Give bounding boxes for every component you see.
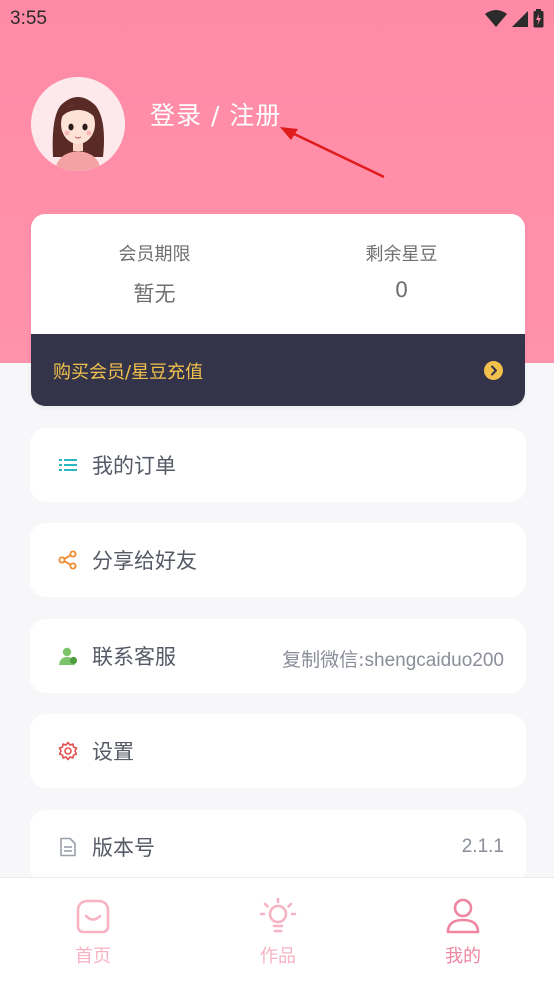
tab-home-label: 首页: [75, 946, 111, 967]
orders-label: 我的订单: [92, 454, 176, 478]
menu-item-settings[interactable]: 设置: [30, 714, 526, 788]
tab-works[interactable]: 作品: [218, 896, 338, 968]
settings-label: 设置: [92, 740, 134, 764]
membership-value: 暂无: [133, 282, 176, 306]
list-icon: [59, 459, 77, 471]
tab-bar: 首页 作品 我的: [0, 877, 554, 984]
share-icon: [58, 550, 77, 570]
signal-icon: [512, 10, 528, 27]
battery-icon: [533, 9, 544, 28]
membership-stat: 会员期限 暂无: [31, 240, 278, 308]
status-bar: 3:55: [0, 0, 554, 38]
home-smile-icon: [76, 899, 110, 934]
tab-mine-label: 我的: [445, 946, 481, 967]
version-value: 2.1.1: [461, 836, 504, 857]
gear-icon: [58, 741, 78, 761]
contact-icon: [59, 647, 78, 665]
menu-item-support[interactable]: 联系客服 复制微信:shengcaiduo200: [30, 619, 526, 693]
wechat-id: shengcaiduo200: [364, 650, 504, 671]
copy-wechat-prefix: 复制微信:: [282, 649, 365, 671]
beans-value: 0: [394, 278, 409, 302]
support-label: 联系客服: [92, 645, 176, 669]
beans-stat: 剩余星豆 0: [278, 240, 525, 302]
avatar[interactable]: [31, 77, 125, 171]
tab-works-label: 作品: [260, 946, 296, 967]
document-icon: [60, 837, 76, 857]
share-label: 分享给好友: [92, 549, 197, 573]
beans-label: 剩余星豆: [365, 244, 438, 265]
menu-item-share[interactable]: 分享给好友: [30, 523, 526, 597]
chevron-right-icon: [484, 361, 503, 380]
member-card: 会员期限 暂无 剩余星豆 0 购买会员/星豆充值: [31, 214, 525, 406]
status-time: 3:55: [10, 8, 47, 29]
avatar-girl-icon: [31, 77, 125, 171]
membership-label: 会员期限: [118, 244, 191, 265]
user-icon: [446, 898, 480, 934]
lightbulb-icon: [259, 897, 297, 933]
copy-wechat-link[interactable]: 复制微信:shengcaiduo200: [282, 645, 504, 672]
tab-home[interactable]: 首页: [33, 896, 153, 968]
menu-item-version: 版本号 2.1.1: [30, 810, 526, 884]
wifi-icon: [485, 9, 507, 27]
login-register-link[interactable]: 登录 / 注册: [150, 96, 281, 132]
annotation-arrow: [280, 127, 385, 179]
menu-item-orders[interactable]: 我的订单: [30, 428, 526, 502]
status-icons: [485, 9, 544, 28]
recharge-label: 购买会员/星豆充值: [53, 362, 204, 383]
tab-mine[interactable]: 我的: [403, 896, 523, 968]
recharge-button[interactable]: 购买会员/星豆充值: [31, 334, 525, 406]
version-label: 版本号: [92, 836, 155, 860]
